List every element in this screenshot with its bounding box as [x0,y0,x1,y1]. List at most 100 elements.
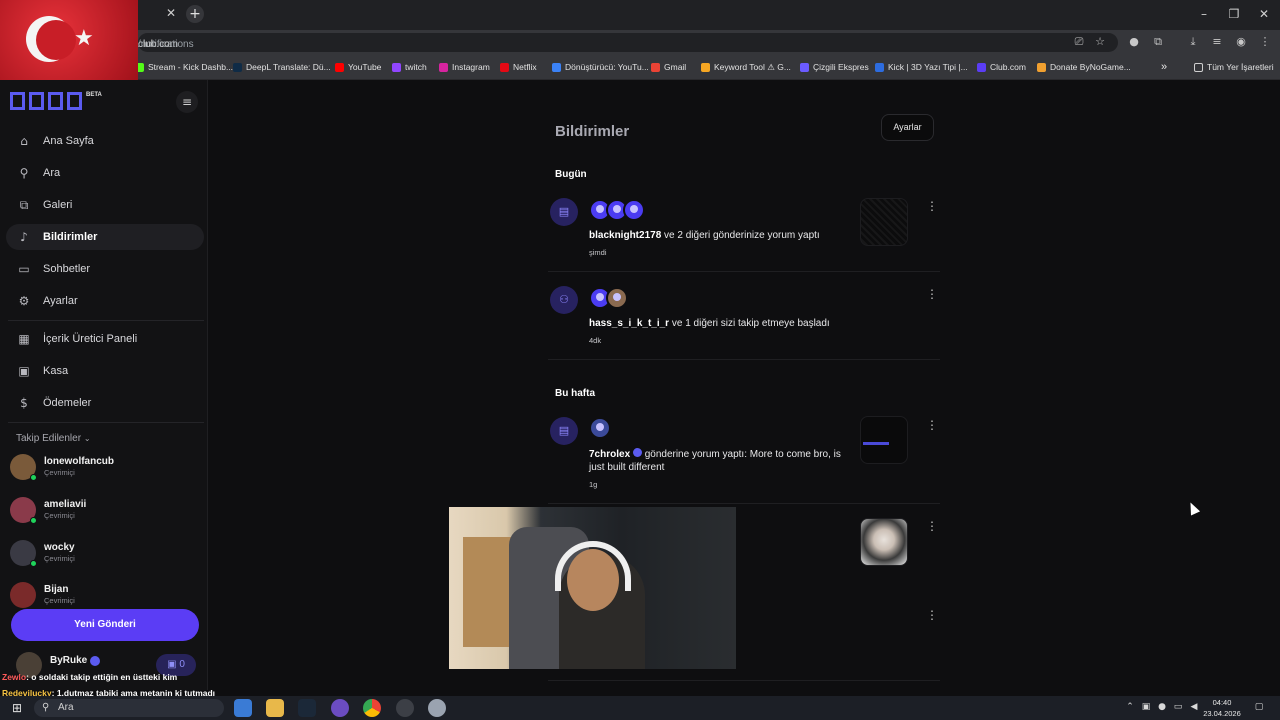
more-options-icon[interactable]: ⋮ [926,519,938,533]
star-icon[interactable]: ☆ [1092,35,1108,49]
notification-text[interactable]: hass_s_i_k_t_i_r ve 1 diğeri sizi takip … [589,317,849,330]
gallery-icon: ⧉ [19,198,29,212]
hamburger-menu-icon[interactable]: ≡ [176,91,198,113]
following-item[interactable]: Bijan Çevrimiçi [10,582,200,612]
comment-icon: ▤ [550,198,578,226]
minimize-icon[interactable]: – [1194,5,1214,23]
obs-icon[interactable] [396,699,414,717]
more-options-icon[interactable]: ⋮ [926,418,938,432]
webcam-overlay [449,507,736,669]
following-item[interactable]: wocky Çevrimiçi [10,540,200,570]
volume-icon[interactable]: ◀ [1188,701,1200,713]
more-bookmarks-icon[interactable]: » [1161,61,1167,73]
download-icon[interactable]: ⤓ [1185,35,1201,49]
post-thumbnail[interactable] [860,198,908,246]
nav-settings[interactable]: ⚙ Ayarlar [6,288,204,314]
new-tab-button[interactable]: + [186,5,204,23]
bookmark-cizgili-ekspres[interactable]: Çizgili Ekspres [800,61,869,73]
bookmark-converter[interactable]: Dönüştürücü: YouTu... [552,61,649,73]
tray-app-icon[interactable]: ▣ [1140,701,1152,713]
bookmark-keyword-tool[interactable]: Keyword Tool ⚠ G... [701,61,791,73]
settings-button[interactable]: Ayarlar [881,114,934,141]
microphone-icon[interactable]: ● [1156,701,1168,713]
nav-chats[interactable]: ▭ Sohbetler [6,256,204,282]
puzzle-icon[interactable]: ⧉ [1150,35,1166,49]
app-icon[interactable] [428,699,446,717]
more-menu-icon[interactable]: ⋮ [1257,35,1273,49]
extension-blue-icon[interactable]: ● [1126,35,1142,49]
bookmark-netflix[interactable]: Netflix [500,61,537,73]
following-item[interactable]: ameliavii Çevrimiçi [10,497,200,527]
notification-text[interactable]: 7chrolex gönderine yorum yaptı: More to … [589,448,849,474]
vault-icon: ▣ [18,364,30,378]
post-thumbnail[interactable] [860,416,908,464]
new-post-button[interactable]: Yeni Gönderi [11,609,199,641]
bookmark-club[interactable]: Club.com [977,61,1026,73]
sidebar-divider [8,320,204,321]
home-icon: ⌂ [20,134,28,148]
more-options-icon[interactable]: ⋮ [926,287,938,301]
file-explorer-icon[interactable] [266,699,284,717]
nav-creator-panel[interactable]: ▦ İçerik Üretici Paneli [6,326,204,352]
online-dot [30,517,37,524]
avatar-stack[interactable] [589,199,649,221]
more-options-icon[interactable]: ⋮ [926,608,938,622]
divider [548,359,940,360]
bell-icon: ♪ [20,230,28,244]
nav-search[interactable]: ⚲ Ara [6,160,204,186]
network-icon[interactable]: ▭ [1172,701,1184,713]
notification-time: 4dk [589,336,602,345]
chat-icon: ▭ [18,262,30,276]
bookmark-gmail[interactable]: Gmail [651,61,686,73]
chrome-icon[interactable] [363,699,381,717]
divider [548,503,940,504]
bookmark-youtube[interactable]: YouTube [335,61,381,73]
close-tab-icon[interactable]: ✕ [164,6,178,20]
steam-icon[interactable] [298,699,316,717]
avatar [10,582,36,608]
dashboard-icon: ▦ [18,332,30,346]
avatar-stack[interactable] [589,287,629,309]
notification-text[interactable]: blacknight2178 ve 2 diğeri gönderinize y… [589,229,849,242]
follow-icon: ⚇ [550,286,578,314]
bookmark-donate[interactable]: Donate ByNoGame... [1037,61,1131,73]
profile-icon[interactable]: ◉ [1233,35,1249,49]
restore-icon[interactable]: ❐ [1224,5,1244,23]
following-header[interactable]: Takip Edilenler ⌄ [16,433,91,444]
nav-vault[interactable]: ▣ Kasa [6,358,204,384]
bookmark-twitch[interactable]: twitch [392,61,427,73]
bookmark-instagram[interactable]: Instagram [439,61,490,73]
clock[interactable]: 04:40 23.04.2026 [1200,697,1244,719]
following-item[interactable]: lonewolfancub Çevrimiçi [10,454,200,484]
media-icon[interactable]: ≡ [1209,35,1225,49]
app-icon[interactable] [331,699,349,717]
cast-icon[interactable]: ⎚ [1071,35,1087,49]
windows-start-icon[interactable]: ⊞ [8,699,26,717]
all-bookmarks-folder[interactable]: Tüm Yer İşaretleri [1194,61,1274,73]
nav-gallery[interactable]: ⧉ Galeri [6,192,204,218]
bookmark-kick-3d-font[interactable]: Kick | 3D Yazı Tipi |... [875,61,968,73]
chevron-up-icon[interactable]: ⌃ [1124,701,1136,713]
chat-message: Zewlo: o soldaki takip ettiğin en üsttek… [2,672,178,682]
section-today: Bugün [555,169,587,180]
post-thumbnail[interactable] [860,518,908,566]
page-title: Bildirimler [555,123,630,140]
chevron-down-icon: ⌄ [83,434,91,443]
sidebar-divider [8,422,204,423]
url-bar[interactable]: club.com/notifications [138,33,1118,52]
url-path: /notifications [138,39,194,50]
notification-center-icon[interactable]: ▢ [1253,701,1265,713]
taskbar-search[interactable]: ⚲ Ara [34,699,224,717]
nav-payments[interactable]: $ Ödemeler [6,390,204,416]
nav-notifications[interactable]: ♪ Bildirimler [6,224,204,250]
gear-icon: ⚙ [18,294,30,308]
nav-home[interactable]: ⌂ Ana Sayfa [6,128,204,154]
avatar-stack[interactable] [589,417,611,439]
club-logo[interactable] [10,92,86,112]
app-icon[interactable] [234,699,252,717]
bookmark-deepl[interactable]: DeepL Translate: Dü... [233,61,331,73]
bookmark-kick-dashboard[interactable]: Stream - Kick Dashb... [135,61,233,73]
online-dot [30,474,37,481]
more-options-icon[interactable]: ⋮ [926,199,938,213]
close-window-icon[interactable]: ✕ [1254,5,1274,23]
